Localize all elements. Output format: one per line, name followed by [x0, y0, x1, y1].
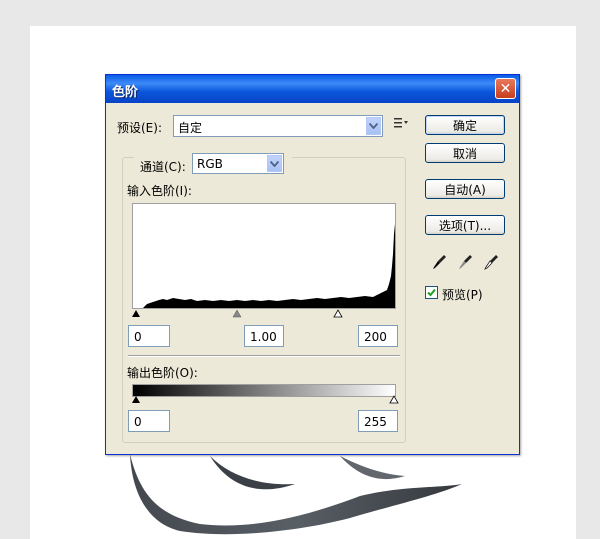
preset-select[interactable]: 自定: [173, 115, 383, 137]
divider: [128, 355, 400, 357]
input-black-slider[interactable]: [132, 310, 140, 317]
preset-label: 预设(E):: [117, 121, 162, 135]
black-eyedropper-icon[interactable]: [432, 253, 448, 271]
close-button[interactable]: ✕: [495, 78, 516, 99]
input-gamma-field[interactable]: 1.00: [244, 325, 284, 347]
dialog-title: 色阶: [112, 85, 139, 100]
output-levels-label: 输出色阶(O):: [127, 366, 198, 380]
output-black-slider[interactable]: [132, 396, 140, 403]
output-white-slider[interactable]: [389, 395, 399, 404]
title-bar[interactable]: 色阶 ✕: [106, 75, 519, 103]
input-sliders[interactable]: [128, 309, 400, 319]
options-button[interactable]: 选项(T)...: [425, 215, 505, 235]
input-black-value: 0: [134, 330, 142, 344]
histogram-graph: [133, 224, 395, 308]
channel-row: 通道(C): RGB: [134, 153, 292, 175]
channel-value: RGB: [197, 157, 223, 171]
output-sliders[interactable]: [128, 395, 400, 405]
close-icon: ✕: [499, 80, 512, 97]
input-gamma-value: 1.00: [250, 330, 277, 344]
levels-dialog: 色阶 ✕ 预设(E): 自定 确定 取消 自动(A) 选项(T)... 预览(P…: [105, 74, 520, 455]
input-levels-label: 输入色阶(I):: [127, 184, 192, 198]
gray-eyedropper-icon[interactable]: [458, 253, 474, 271]
input-white-slider[interactable]: [333, 309, 343, 318]
output-white-value: 255: [364, 415, 387, 429]
input-black-field[interactable]: 0: [128, 325, 170, 347]
ok-button[interactable]: 确定: [425, 115, 505, 135]
output-black-value: 0: [134, 415, 142, 429]
output-white-field[interactable]: 255: [358, 410, 398, 432]
output-black-field[interactable]: 0: [128, 410, 170, 432]
cancel-button[interactable]: 取消: [425, 143, 505, 163]
preview-label[interactable]: 预览(P): [442, 286, 483, 303]
input-white-value: 200: [364, 330, 387, 344]
chevron-down-icon[interactable]: [267, 155, 282, 172]
preset-menu-icon[interactable]: [394, 117, 408, 129]
channel-select[interactable]: RGB: [192, 153, 284, 174]
input-white-field[interactable]: 200: [358, 325, 398, 347]
auto-button[interactable]: 自动(A): [425, 179, 505, 199]
preset-value: 自定: [178, 121, 203, 135]
channel-label: 通道(C):: [140, 160, 186, 174]
preview-checkbox[interactable]: [425, 286, 438, 299]
histogram: [132, 203, 396, 309]
chevron-down-icon[interactable]: [366, 117, 381, 135]
checkmark-icon: [427, 288, 436, 297]
white-eyedropper-icon[interactable]: [484, 253, 500, 271]
input-gray-slider[interactable]: [232, 309, 242, 318]
